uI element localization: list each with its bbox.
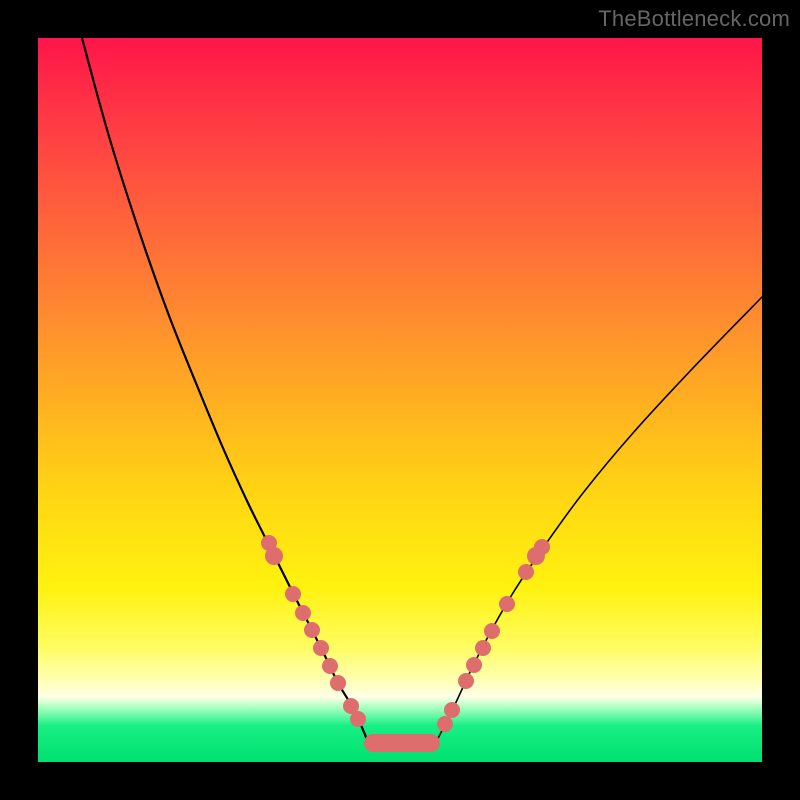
watermark-text: TheBottleneck.com <box>598 6 790 32</box>
curve-left <box>82 38 368 742</box>
chart-frame: TheBottleneck.com <box>0 0 800 800</box>
data-marker <box>458 673 474 689</box>
data-marker <box>444 702 460 718</box>
data-marker <box>499 596 515 612</box>
data-marker <box>313 640 329 656</box>
data-marker <box>285 586 301 602</box>
data-marker <box>304 622 320 638</box>
data-marker <box>484 623 500 639</box>
markers-left <box>261 535 366 727</box>
data-marker <box>295 605 311 621</box>
data-marker <box>475 640 491 656</box>
plot-area <box>38 38 762 762</box>
data-marker <box>330 675 346 691</box>
trough-marker-pill <box>364 734 440 752</box>
data-marker <box>466 657 482 673</box>
data-marker <box>534 539 550 555</box>
markers-right <box>437 539 550 732</box>
curve-right <box>436 297 762 742</box>
data-marker <box>437 716 453 732</box>
data-marker <box>518 564 534 580</box>
data-marker <box>265 547 283 565</box>
data-marker <box>322 658 338 674</box>
data-marker <box>350 711 366 727</box>
chart-svg <box>38 38 762 762</box>
